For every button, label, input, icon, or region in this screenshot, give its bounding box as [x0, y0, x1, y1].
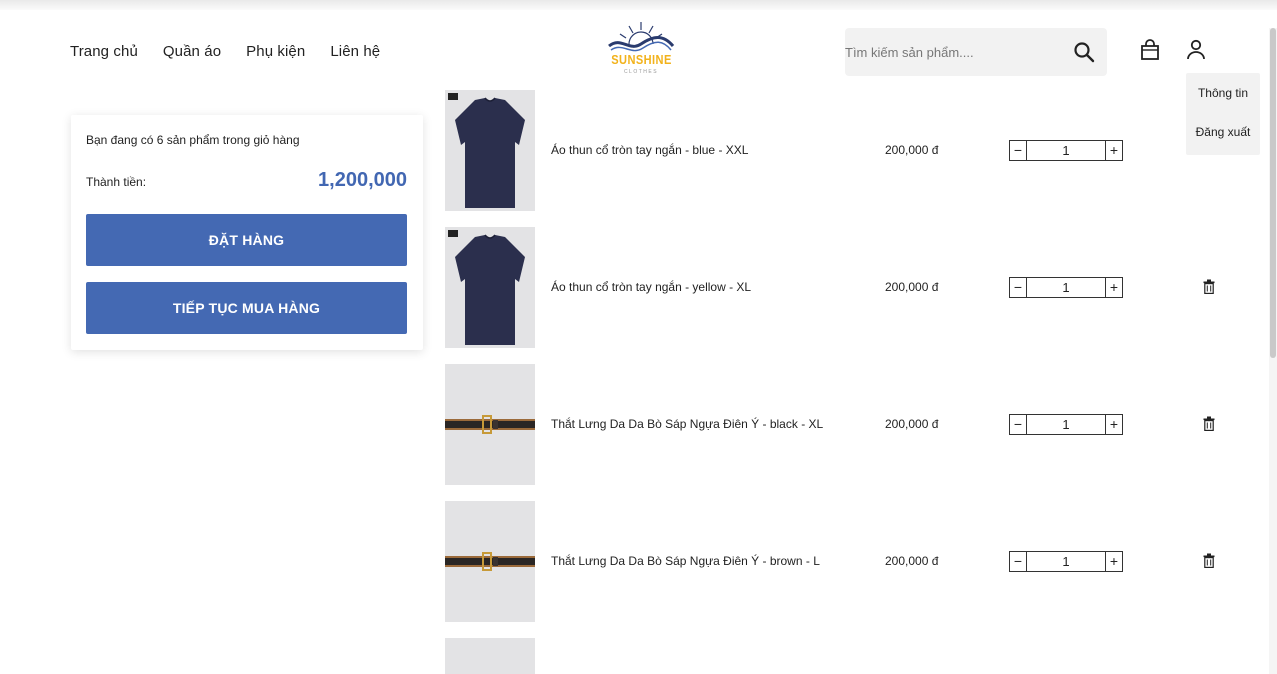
place-order-button[interactable]: ĐẶT HÀNG — [86, 214, 407, 266]
quantity-stepper: − 1 + — [1009, 414, 1123, 435]
decrease-quantity-button[interactable]: − — [1009, 551, 1027, 572]
nav-contact[interactable]: Liên hệ — [330, 43, 380, 60]
decrease-quantity-button[interactable]: − — [1009, 140, 1027, 161]
quantity-value[interactable]: 1 — [1026, 551, 1106, 572]
item-name[interactable]: Thắt Lưng Da Da Bò Sáp Ngựa Điên Ý - bla… — [551, 417, 823, 431]
total-label: Thành tiền: — [86, 175, 147, 189]
logo-subtext: CLOTHES — [623, 69, 659, 75]
search-icon[interactable] — [1073, 41, 1095, 63]
page-scrollbar[interactable] — [1269, 28, 1277, 674]
product-image[interactable] — [445, 638, 535, 674]
nav-clothes[interactable]: Quần áo — [163, 43, 221, 60]
main-nav: Trang chủ Quần áo Phụ kiện Liên hệ — [70, 43, 405, 60]
quantity-value[interactable]: 1 — [1026, 140, 1106, 161]
logo-text: SUNSHINE — [611, 52, 672, 67]
item-name[interactable]: Áo thun cổ tròn tay ngắn - yellow - XL — [551, 280, 751, 294]
total-value: 1,200,000 — [318, 169, 407, 191]
quantity-stepper: − 1 + — [1009, 277, 1123, 298]
increase-quantity-button[interactable]: + — [1105, 414, 1123, 435]
nav-accessories[interactable]: Phụ kiện — [246, 43, 305, 60]
decrease-quantity-button[interactable]: − — [1009, 277, 1027, 298]
item-name[interactable]: Áo thun cổ tròn tay ngắn - blue - XXL — [551, 143, 748, 157]
quantity-stepper: − 1 + — [1009, 140, 1123, 161]
belt-image — [445, 415, 535, 434]
product-image[interactable] — [445, 501, 535, 622]
product-image[interactable] — [445, 364, 535, 485]
cart-item: Áo thun cổ tròn tay ngắn - yellow - XL 2… — [445, 227, 1225, 348]
item-price: 200,000 đ — [885, 143, 939, 157]
quantity-stepper: − 1 + — [1009, 551, 1123, 572]
increase-quantity-button[interactable]: + — [1105, 140, 1123, 161]
item-price: 200,000 đ — [885, 554, 939, 568]
quantity-value[interactable]: 1 — [1026, 277, 1106, 298]
cart-item: Áo thun cổ tròn tay ngắn - blue - XXL 20… — [445, 90, 1225, 211]
user-icon[interactable] — [1186, 39, 1206, 61]
top-shadow-bar — [0, 0, 1277, 10]
cart-item: Thắt Lưng Da Da Bò Sáp Ngựa Điên Ý - bla… — [445, 364, 1225, 485]
shopping-bag-icon[interactable] — [1140, 39, 1160, 61]
quantity-value[interactable]: 1 — [1026, 414, 1106, 435]
cart-item-partial — [445, 638, 1225, 674]
belt-image — [445, 552, 535, 571]
item-price: 200,000 đ — [885, 280, 939, 294]
increase-quantity-button[interactable]: + — [1105, 551, 1123, 572]
cart-count-text: Bạn đang có 6 sản phẩm trong giỏ hàng — [86, 133, 300, 147]
trash-icon[interactable] — [1203, 279, 1215, 294]
product-image[interactable] — [445, 227, 535, 348]
decrease-quantity-button[interactable]: − — [1009, 414, 1027, 435]
scrollbar-thumb[interactable] — [1270, 28, 1276, 358]
item-price: 200,000 đ — [885, 417, 939, 431]
search-box — [845, 28, 1107, 76]
continue-shopping-button[interactable]: TIẾP TỤC MUA HÀNG — [86, 282, 407, 334]
nav-home[interactable]: Trang chủ — [70, 43, 138, 60]
cart-summary: Bạn đang có 6 sản phẩm trong giỏ hàng Th… — [71, 115, 423, 350]
tshirt-image — [448, 93, 525, 208]
tshirt-image — [448, 230, 525, 345]
trash-icon[interactable] — [1203, 416, 1215, 431]
trash-icon[interactable] — [1203, 553, 1215, 568]
item-name[interactable]: Thắt Lưng Da Da Bò Sáp Ngựa Điên Ý - bro… — [551, 554, 820, 568]
cart-item: Thắt Lưng Da Da Bò Sáp Ngựa Điên Ý - bro… — [445, 501, 1225, 622]
search-input[interactable] — [845, 28, 1065, 76]
product-image[interactable] — [445, 90, 535, 211]
increase-quantity-button[interactable]: + — [1105, 277, 1123, 298]
